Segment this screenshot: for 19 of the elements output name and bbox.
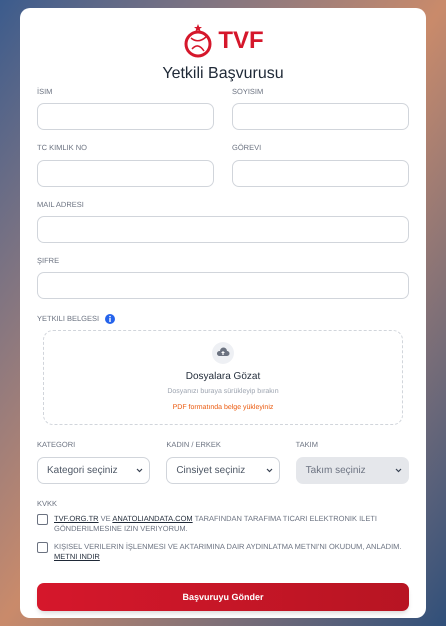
form-title: Yetkili Başvurusu — [161, 64, 285, 84]
select-dropdown[interactable]: Cinsiyet seçiniz — [166, 456, 280, 484]
input-field[interactable] — [232, 103, 409, 130]
logo-text: TVF — [218, 29, 264, 53]
checkbox[interactable] — [37, 514, 48, 525]
input-field[interactable] — [232, 160, 409, 186]
browse-files-link[interactable]: Dosyalara Gözat — [186, 369, 260, 384]
input-field[interactable] — [37, 160, 214, 186]
input-field[interactable] — [37, 272, 409, 299]
input-field[interactable] — [37, 216, 409, 243]
chevron-down-icon — [266, 468, 273, 472]
cloud-upload-icon — [212, 342, 234, 364]
submit-button[interactable]: Başvuruyu Gönder — [37, 583, 409, 612]
checkbox[interactable] — [37, 542, 48, 553]
info-icon[interactable] — [105, 314, 116, 324]
input-field[interactable] — [37, 103, 214, 130]
chevron-down-icon — [394, 468, 402, 472]
chevron-down-icon — [136, 468, 144, 472]
select-dropdown[interactable]: Kategori seçiniz — [37, 456, 150, 484]
